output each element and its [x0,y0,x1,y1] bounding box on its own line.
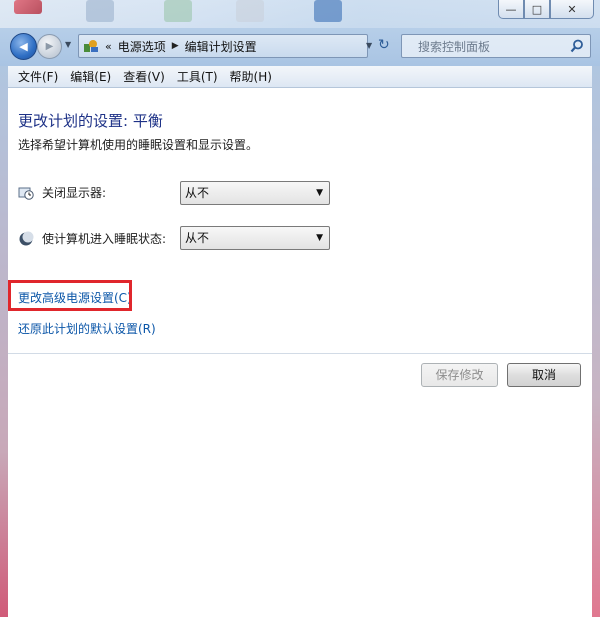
forward-arrow-icon: ▶ [45,41,54,52]
annotation-highlight-box [8,280,132,311]
page-title: 更改计划的设置: 平衡 [18,112,163,130]
address-bar[interactable]: « 电源选项 ▶ 编辑计划设置 [78,34,368,58]
cancel-button[interactable]: 取消 [507,363,581,387]
breadcrumb-overflow[interactable]: « [105,40,112,53]
desktop-icon-network [314,0,342,22]
monitor-clock-icon [18,185,34,201]
window-frame-right [592,66,600,617]
close-button[interactable]: ✕ [550,0,594,19]
control-panel-icon [83,38,99,54]
window-frame-left [0,66,8,617]
sleep-select[interactable]: 从不 ▼ [180,226,330,250]
sleep-label: 使计算机进入睡眠状态: [42,232,167,246]
menu-file[interactable]: 文件(F) [12,67,64,87]
navigation-bar: ◀ ▶ ▼ « 电源选项 ▶ 编辑计划设置 ▼ ↻ 搜索控制面板 [8,31,592,61]
menu-tools[interactable]: 工具(T) [171,67,224,87]
minimize-button[interactable]: — [498,0,524,19]
search-placeholder: 搜索控制面板 [418,39,491,54]
save-changes-button[interactable]: 保存修改 [421,363,498,387]
back-arrow-icon: ◀ [19,40,28,53]
display-off-label: 关闭显示器: [42,186,107,200]
page-subtitle: 选择希望计算机使用的睡眠设置和显示设置。 [18,138,259,152]
display-off-select[interactable]: 从不 ▼ [180,181,330,205]
maximize-button[interactable]: □ [524,0,550,19]
breadcrumb-separator-icon[interactable]: ▶ [172,41,179,51]
recent-pages-dropdown-icon[interactable]: ▼ [65,40,71,49]
chevron-down-icon: ▼ [316,188,323,198]
divider [8,353,592,354]
search-icon[interactable] [570,39,584,56]
search-box[interactable]: 搜索控制面板 [401,34,591,58]
moon-sleep-icon [18,231,34,247]
desktop-icon-computer [86,0,114,22]
breadcrumb-item-power-options[interactable]: 电源选项 [118,38,166,55]
menu-edit[interactable]: 编辑(E) [64,67,117,87]
display-off-value: 从不 [185,186,210,200]
menu-help[interactable]: 帮助(H) [224,67,278,87]
display-off-label-row: 关闭显示器: [18,184,106,201]
desktop-icon-red [14,0,42,14]
menu-bar: 文件(F) 编辑(E) 查看(V) 工具(T) 帮助(H) [8,66,592,88]
sleep-value: 从不 [185,231,210,245]
back-button[interactable]: ◀ [10,33,37,60]
refresh-icon[interactable]: ↻ [378,37,390,53]
restore-defaults-link[interactable]: 还原此计划的默认设置(R) [18,320,156,337]
sleep-label-row: 使计算机进入睡眠状态: [18,230,166,247]
address-dropdown-icon[interactable]: ▼ [366,41,372,50]
chevron-down-icon: ▼ [316,233,323,243]
main-content: 更改计划的设置: 平衡 选择希望计算机使用的睡眠设置和显示设置。 关闭显示器: … [8,88,592,617]
caption-buttons: — □ ✕ [498,0,594,20]
forward-button[interactable]: ▶ [37,34,62,59]
desktop-icon-recycle [164,0,192,22]
breadcrumb-item-edit-plan[interactable]: 编辑计划设置 [185,38,257,55]
menu-view[interactable]: 查看(V) [117,67,171,87]
desktop-icon-doc [236,0,264,22]
